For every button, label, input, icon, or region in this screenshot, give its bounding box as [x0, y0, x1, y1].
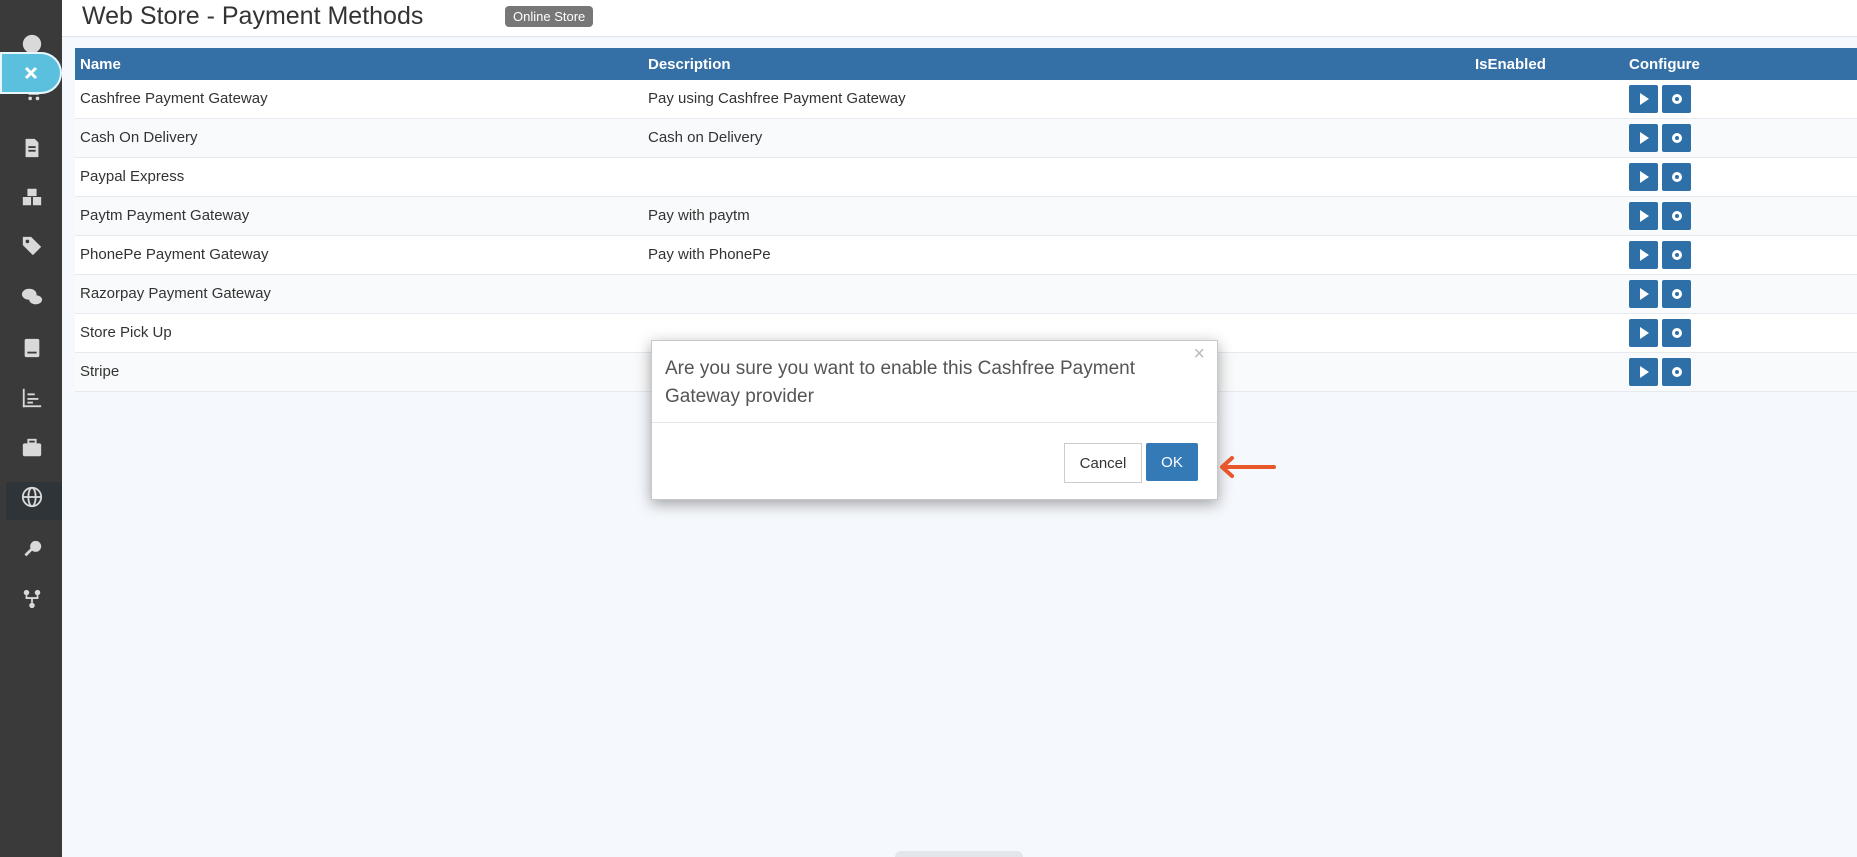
- gear-icon: [1671, 367, 1682, 377]
- settings-button[interactable]: [1662, 163, 1691, 191]
- table-row: PhonePe Payment Gateway Pay with PhonePe: [75, 236, 1857, 275]
- row-name: Stripe: [80, 363, 120, 380]
- globe-icon[interactable]: [18, 483, 46, 511]
- play-icon: [1639, 288, 1649, 300]
- play-button[interactable]: [1629, 241, 1658, 269]
- play-icon: [1639, 132, 1649, 144]
- column-header-name[interactable]: Name: [80, 56, 121, 73]
- settings-button[interactable]: [1662, 202, 1691, 230]
- column-header-configure: Configure: [1629, 56, 1700, 73]
- confirm-dialog: Are you sure you want to enable this Cas…: [651, 340, 1218, 500]
- confirm-message: Are you sure you want to enable this Cas…: [665, 358, 1135, 407]
- row-name: Store Pick Up: [80, 324, 172, 341]
- row-name: Razorpay Payment Gateway: [80, 285, 271, 302]
- gear-icon: [1671, 289, 1682, 299]
- row-description: Pay with PhonePe: [648, 246, 771, 263]
- fork-icon[interactable]: [18, 585, 46, 613]
- table-row: Paypal Express: [75, 158, 1857, 197]
- play-icon: [1639, 249, 1649, 261]
- settings-button[interactable]: [1662, 124, 1691, 152]
- bottom-scroll-handle[interactable]: [895, 851, 1023, 857]
- sidebar: [0, 0, 62, 857]
- play-button[interactable]: [1629, 124, 1658, 152]
- dialog-divider: [652, 422, 1217, 423]
- row-name: Cash On Delivery: [80, 129, 198, 146]
- play-icon: [1639, 171, 1649, 183]
- gear-icon: [1671, 250, 1682, 260]
- gear-icon: [1671, 172, 1682, 182]
- gear-icon: [1671, 211, 1682, 221]
- store-badge: Online Store: [505, 6, 594, 27]
- book-icon[interactable]: [18, 334, 46, 362]
- play-button[interactable]: [1629, 85, 1658, 113]
- table-header: Name Description IsEnabled Configure: [75, 48, 1857, 80]
- table-row: Paytm Payment Gateway Pay with paytm: [75, 197, 1857, 236]
- page-header: Web Store - Payment Methods Online Store: [62, 0, 1857, 37]
- row-description: Pay using Cashfree Payment Gateway: [648, 90, 906, 107]
- play-button[interactable]: [1629, 163, 1658, 191]
- bar-chart-icon[interactable]: [18, 384, 46, 412]
- tags-icon[interactable]: [18, 232, 46, 260]
- gear-icon: [1671, 94, 1682, 104]
- play-button[interactable]: [1629, 280, 1658, 308]
- row-description: Cash on Delivery: [648, 129, 763, 146]
- table-row: Razorpay Payment Gateway: [75, 275, 1857, 314]
- row-description: Pay with paytm: [648, 207, 750, 224]
- play-icon: [1639, 327, 1649, 339]
- settings-button[interactable]: [1662, 358, 1691, 386]
- gear-icon: [1671, 133, 1682, 143]
- briefcase-icon[interactable]: [18, 434, 46, 462]
- row-name: Paytm Payment Gateway: [80, 207, 250, 224]
- column-header-isenabled[interactable]: IsEnabled: [1475, 56, 1546, 73]
- gear-icon: [1671, 328, 1682, 338]
- play-button[interactable]: [1629, 319, 1658, 347]
- comments-icon[interactable]: [18, 283, 46, 311]
- play-button[interactable]: [1629, 202, 1658, 230]
- settings-button[interactable]: [1662, 85, 1691, 113]
- table-row: Cashfree Payment Gateway Pay using Cashf…: [75, 80, 1857, 119]
- boxes-icon[interactable]: [18, 183, 46, 211]
- settings-button[interactable]: [1662, 319, 1691, 347]
- column-header-description[interactable]: Description: [648, 56, 731, 73]
- settings-button[interactable]: [1662, 241, 1691, 269]
- close-icon: [24, 66, 38, 80]
- key-icon[interactable]: [18, 536, 46, 564]
- play-button[interactable]: [1629, 358, 1658, 386]
- play-icon: [1639, 93, 1649, 105]
- document-icon[interactable]: [18, 134, 46, 162]
- row-name: Cashfree Payment Gateway: [80, 90, 268, 107]
- row-name: Paypal Express: [80, 168, 185, 185]
- close-sidebar-button[interactable]: [0, 52, 62, 94]
- settings-button[interactable]: [1662, 280, 1691, 308]
- ok-button[interactable]: OK: [1146, 443, 1198, 481]
- table-row: Cash On Delivery Cash on Delivery: [75, 119, 1857, 158]
- page-title: Web Store - Payment Methods: [82, 2, 424, 30]
- cancel-button[interactable]: Cancel: [1064, 443, 1142, 483]
- row-name: PhonePe Payment Gateway: [80, 246, 269, 263]
- play-icon: [1639, 210, 1649, 222]
- annotation-arrow-icon: [1220, 456, 1276, 478]
- dialog-close-button[interactable]: ×: [1193, 343, 1205, 366]
- play-icon: [1639, 366, 1649, 378]
